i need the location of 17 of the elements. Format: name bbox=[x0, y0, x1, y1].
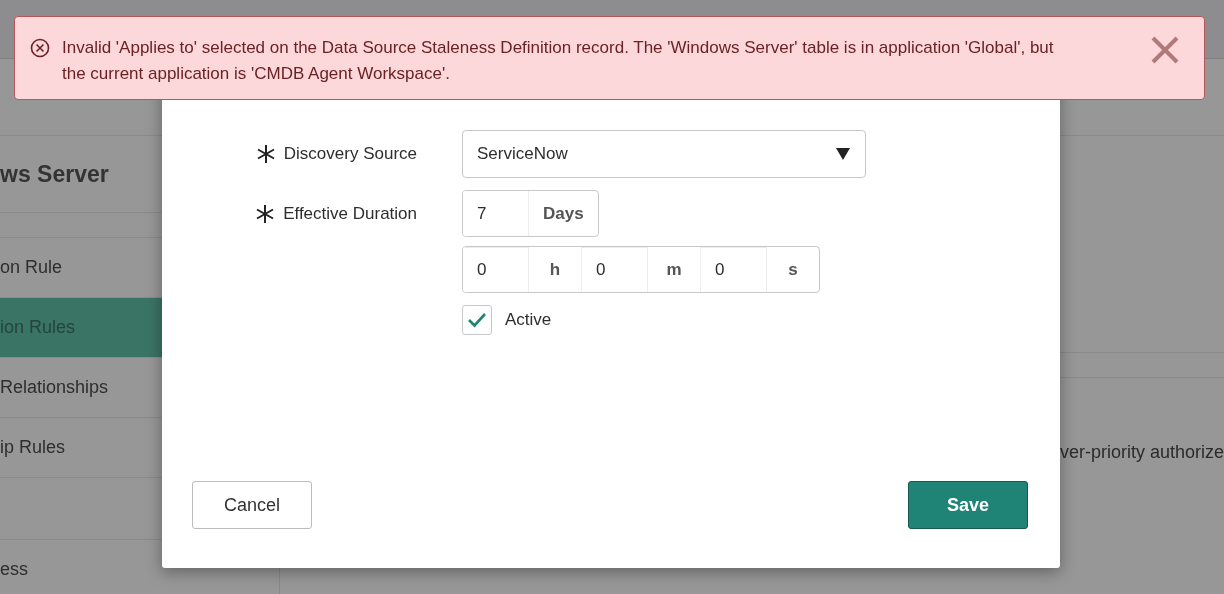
cancel-button[interactable]: Cancel bbox=[192, 481, 312, 529]
check-icon bbox=[467, 312, 487, 328]
error-icon bbox=[30, 38, 50, 58]
description-text: ver-priority authorize bbox=[1060, 442, 1224, 463]
caret-icon bbox=[835, 147, 851, 161]
discovery-source-dropdown[interactable]: ServiceNow bbox=[462, 130, 866, 178]
save-button[interactable]: Save bbox=[908, 481, 1028, 529]
checkbox-label: Active bbox=[505, 310, 552, 330]
time-field[interactable]: 0 bbox=[701, 247, 767, 292]
unit-label: s bbox=[787, 258, 799, 281]
active-checkbox[interactable] bbox=[462, 305, 492, 335]
field-label: Discovery Source bbox=[283, 144, 417, 164]
time-field[interactable]: 0 bbox=[582, 247, 648, 292]
field-label: Effective Duration bbox=[283, 204, 417, 224]
time-field[interactable]: 0 bbox=[463, 247, 529, 292]
error-message: Invalid 'Applies to' selected on the Data Source Staleness Definition record. The 'Windows Server' table is in application 'Global', but the current application is 'CMDB Agent Workspace'. bbox=[62, 37, 1055, 85]
days-field[interactable]: 7 Days bbox=[462, 190, 599, 237]
